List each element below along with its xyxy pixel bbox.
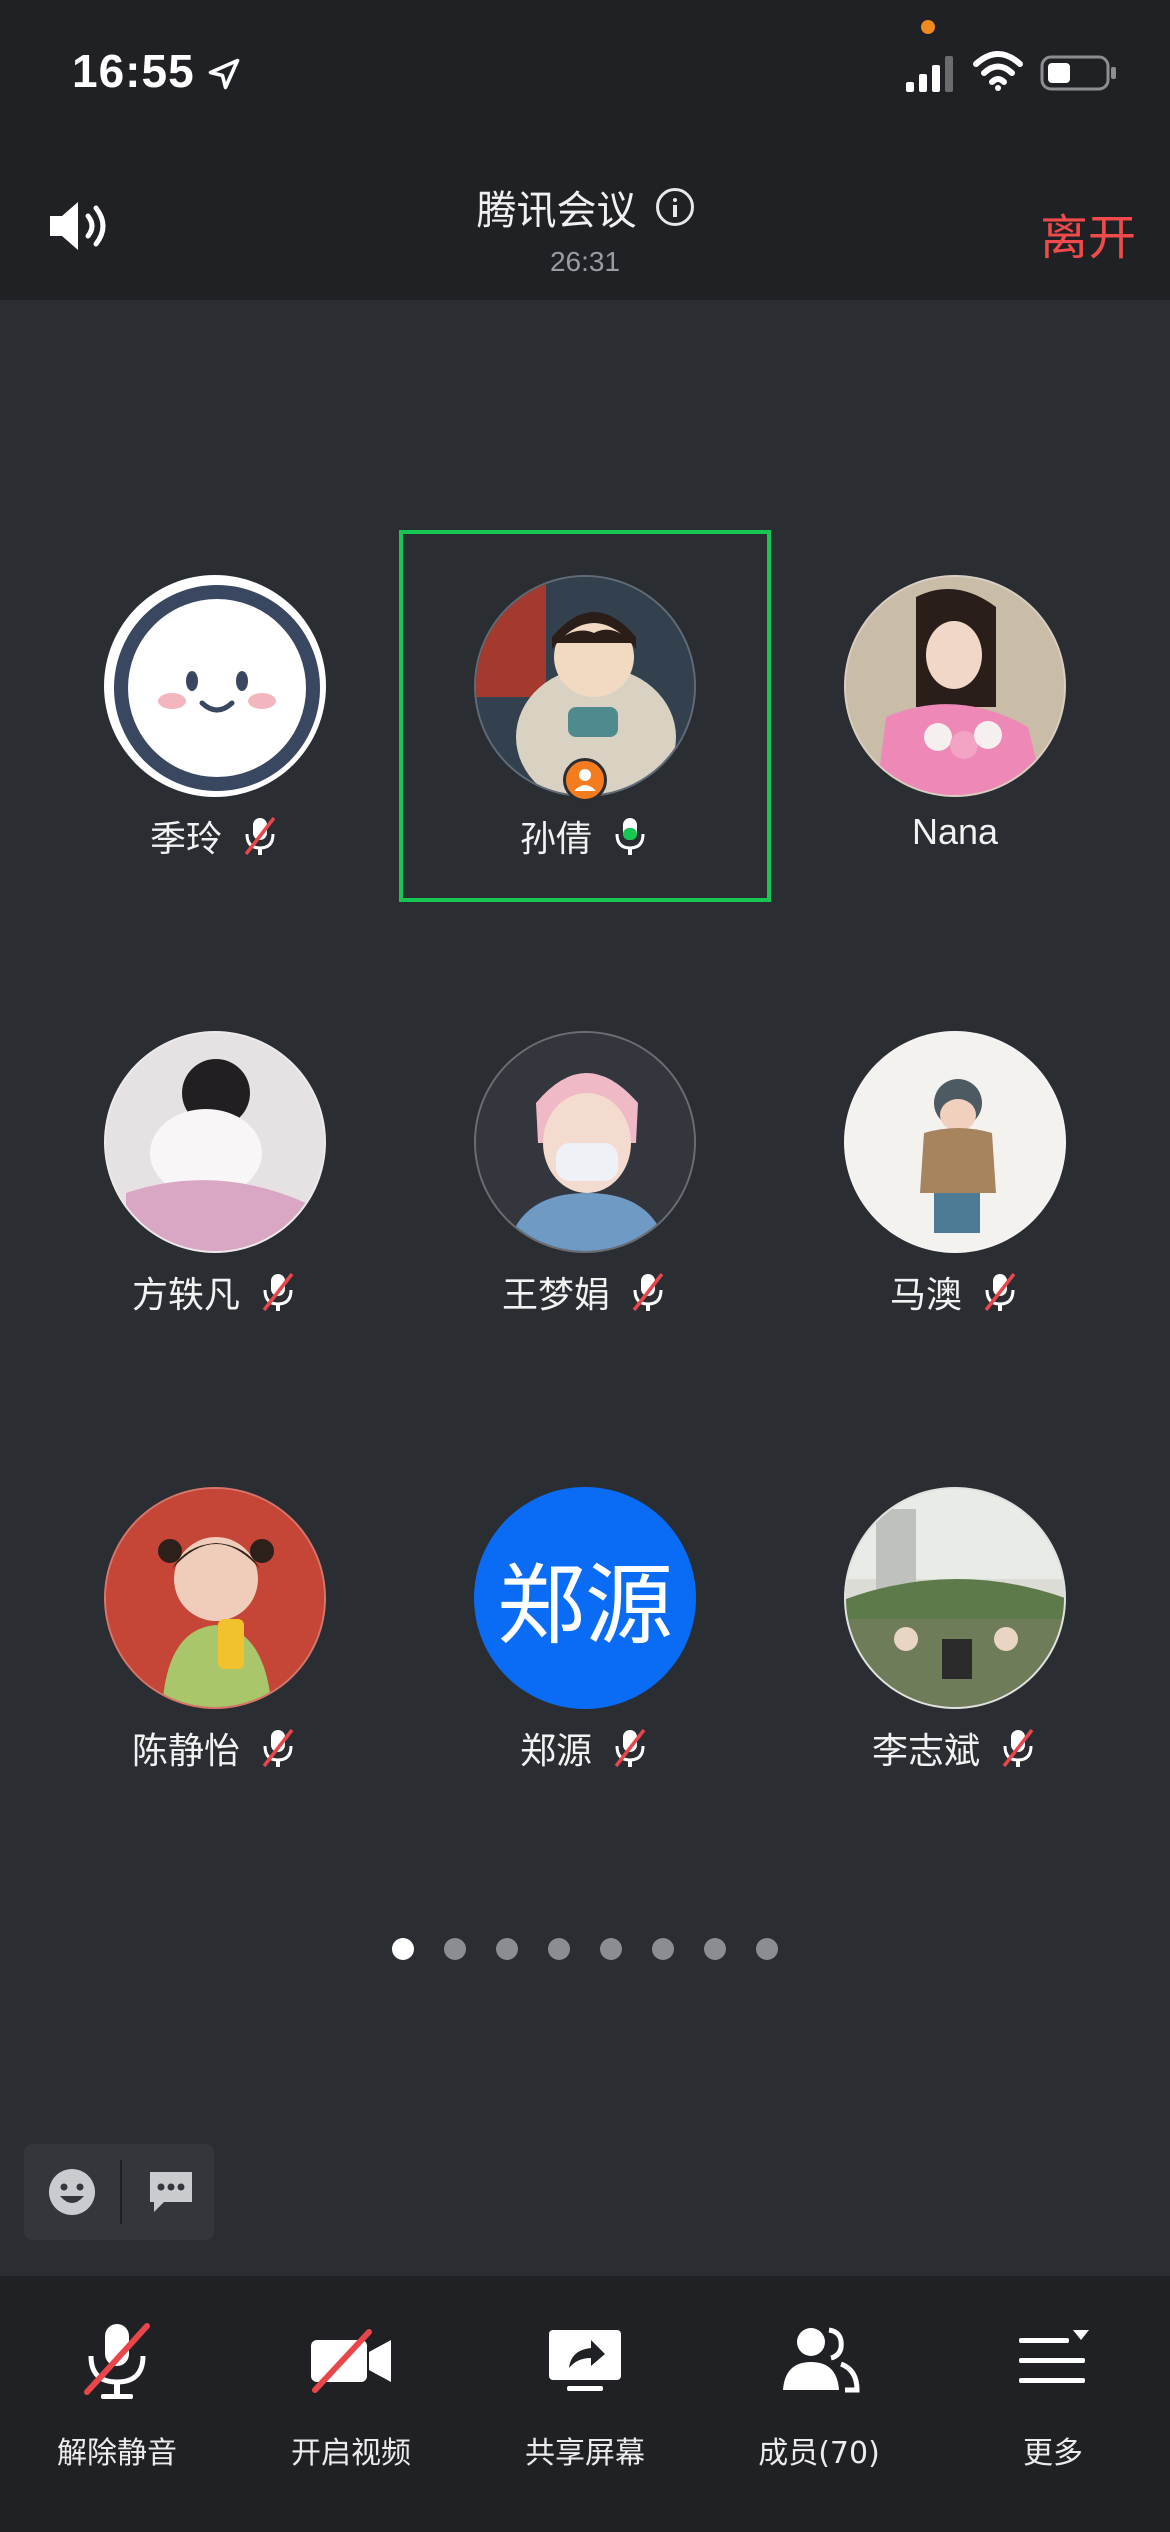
mic-muted-icon [244,816,276,856]
page-dot[interactable] [756,1938,778,1960]
share-screen-button[interactable]: 共享屏幕 [468,2276,702,2532]
avatar [844,1031,1066,1253]
members-label: 成员(70) [758,2436,880,2471]
participant-name-line: 郑源 [399,1722,771,1774]
unmute-button[interactable]: 解除静音 [0,2276,234,2532]
location-arrow-icon [208,58,240,90]
emoji-icon[interactable] [46,2166,98,2218]
chat-icon[interactable] [146,2166,196,2216]
members-button[interactable]: 成员(70) [702,2276,936,2532]
avatar [104,1487,326,1709]
quick-actions [24,2144,214,2240]
participant-name: 王梦娟 [501,1275,610,1316]
participant-tile[interactable]: 季玲 [29,530,401,902]
participant-name-line: 王梦娟 [399,1266,771,1318]
avatar [104,575,326,797]
participant-name: 季玲 [149,819,222,860]
status-bar: 16:55 [0,0,1170,140]
participant-tile[interactable]: 郑源 郑源 [399,1442,771,1814]
participant-tile-active-speaker[interactable]: 孙倩 [399,530,771,902]
meeting-title: 腾讯会议 [476,188,637,234]
page-dot[interactable] [704,1938,726,1960]
participant-tile[interactable]: 王梦娟 [399,986,771,1358]
mic-muted-icon [632,1272,664,1312]
page-indicator[interactable] [0,1938,1170,1960]
text-avatar: 郑源 [474,1487,696,1709]
participant-tile[interactable]: 陈静怡 [29,1442,401,1814]
menu-more-icon [1019,2330,1089,2383]
participant-name: 方轶凡 [131,1275,240,1316]
status-time: 16:55 [72,45,195,97]
host-badge [563,758,607,802]
avatar [844,575,1066,797]
participant-name: 陈静怡 [131,1731,240,1772]
participant-name-line: 马澳 [769,1266,1141,1318]
participant-tile[interactable]: Nana [769,530,1141,902]
mic-off-icon [84,2323,150,2399]
mic-muted-icon [614,1728,646,1768]
participant-tile[interactable]: 方轶凡 [29,986,401,1358]
avatar [474,1031,696,1253]
page-dot[interactable] [496,1938,518,1960]
participant-tile[interactable]: 马澳 [769,986,1141,1358]
mic-muted-icon [262,1272,294,1312]
leave-button[interactable]: 离开 [1040,198,1136,268]
page-dot[interactable] [548,1938,570,1960]
participant-name-line: 孙倩 [403,810,767,862]
top-bar: 16:55 腾讯会议 26:31 离开 [0,0,1170,300]
meeting-title-area[interactable]: 腾讯会议 [0,178,1170,236]
more-button[interactable]: 更多 [936,2276,1170,2532]
participant-name-line: 陈静怡 [29,1722,401,1774]
participant-name-line: 季玲 [29,810,401,862]
page-dot[interactable] [652,1938,674,1960]
share-screen-label: 共享屏幕 [525,2436,645,2471]
participant-name-line: 方轶凡 [29,1266,401,1318]
start-video-button[interactable]: 开启视频 [234,2276,468,2532]
participant-name-line: Nana [769,810,1141,853]
share-screen-icon [549,2330,621,2391]
participant-tile[interactable]: 李志斌 [769,1442,1141,1814]
privacy-indicator-dot [921,20,935,34]
video-off-icon [311,2329,391,2393]
participant-name: 郑源 [519,1731,592,1772]
more-label: 更多 [1023,2436,1083,2471]
unmute-label: 解除静音 [57,2436,177,2471]
divider [120,2160,122,2224]
mic-muted-icon [984,1272,1016,1312]
page-dot[interactable] [444,1938,466,1960]
participant-name: 马澳 [889,1275,962,1316]
info-icon[interactable] [655,188,694,226]
participant-name: 孙倩 [519,819,592,860]
participant-name: Nana [911,811,999,852]
start-video-label: 开启视频 [291,2436,411,2471]
participant-name-line: 李志斌 [769,1722,1141,1774]
avatar [104,1031,326,1253]
mic-muted-icon [1002,1728,1034,1768]
bottom-toolbar: 解除静音 开启视频 共享屏幕 成员(70) 更多 [0,2276,1170,2532]
wifi-icon [973,51,1023,91]
cellular-signal-icon [906,56,953,92]
page-dot[interactable] [600,1938,622,1960]
mic-speaking-icon [615,818,645,855]
meeting-timer: 26:31 [549,246,621,277]
participant-grid: 季玲 孙倩 Nana 方轶凡 王梦娟 马澳 陈静怡 郑源 郑源 李志斌 [0,530,1170,1830]
avatar [844,1487,1066,1709]
mic-muted-icon [262,1728,294,1768]
participant-name: 李志斌 [871,1731,980,1772]
meeting-header: 腾讯会议 26:31 离开 [0,140,1170,300]
battery-icon [1040,55,1116,91]
members-icon [783,2327,860,2393]
page-dot-active[interactable] [392,1938,414,1960]
